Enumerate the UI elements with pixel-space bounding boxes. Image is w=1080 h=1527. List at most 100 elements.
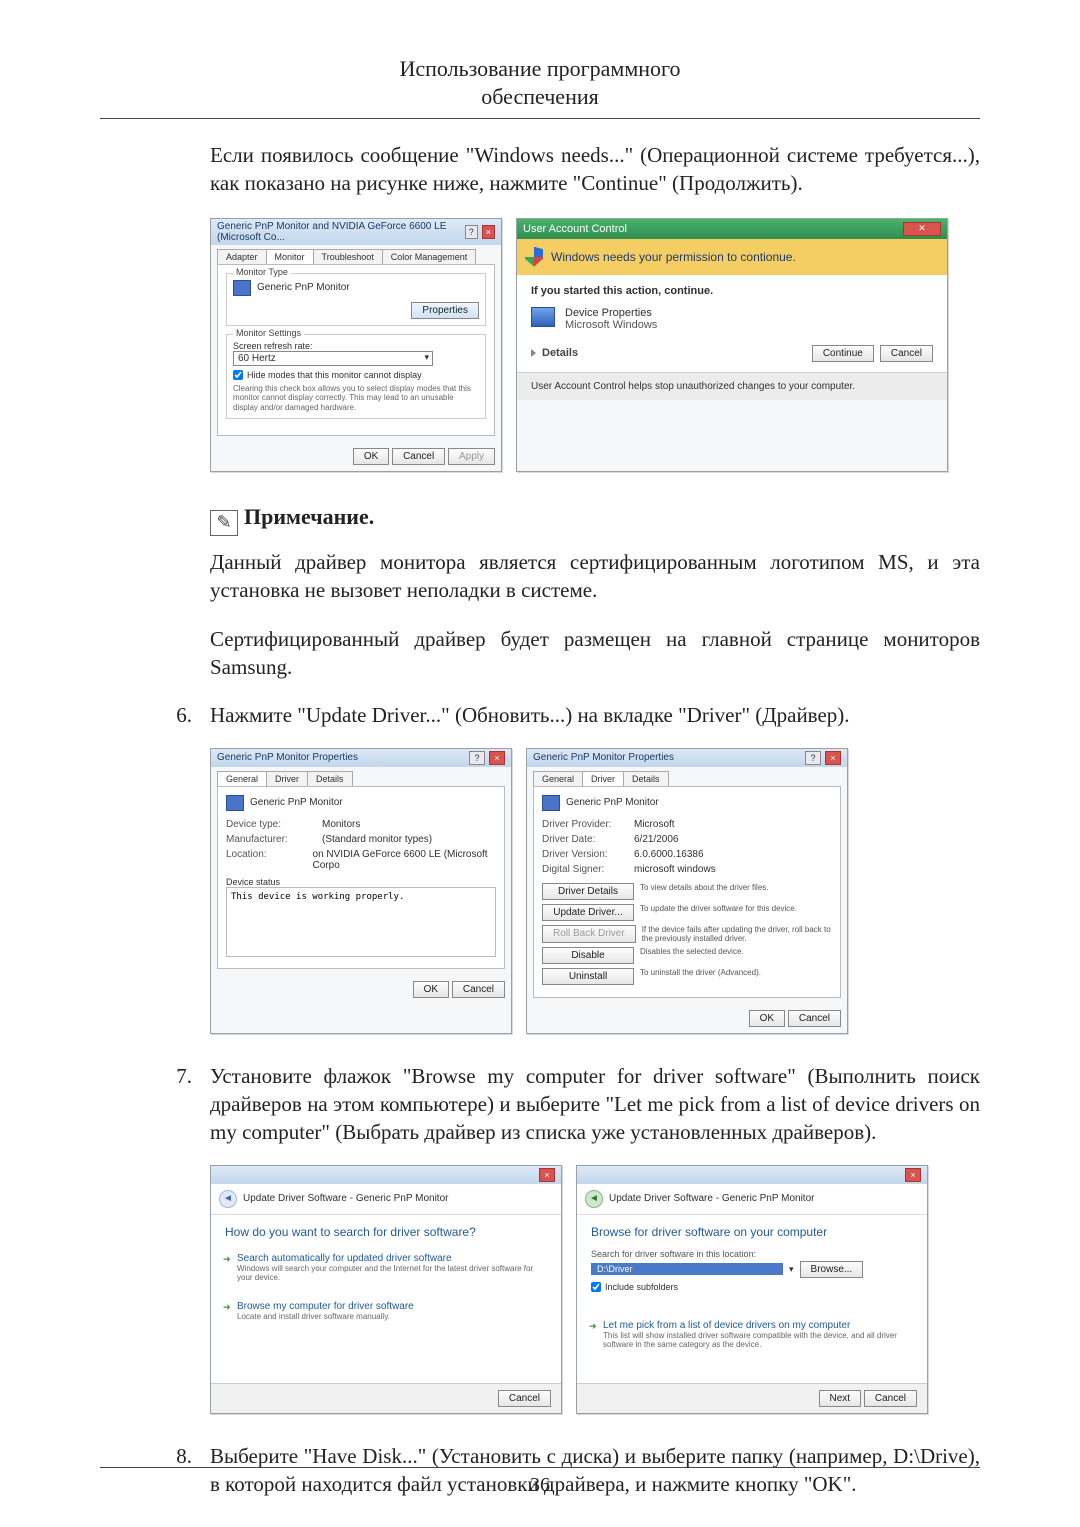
ok-button[interactable]: OK: [749, 1010, 785, 1027]
uac-headline: Windows needs your permission to contion…: [551, 250, 796, 264]
device-status-text: [226, 887, 496, 957]
disable-button[interactable]: Disable: [542, 947, 634, 964]
properties-button[interactable]: Properties: [411, 302, 479, 319]
step-number: 7.: [170, 1062, 192, 1147]
tab-color-management[interactable]: Color Management: [382, 249, 477, 264]
cancel-button[interactable]: Cancel: [392, 448, 445, 465]
location-value: on NVIDIA GeForce 6600 LE (Microsoft Cor…: [313, 849, 496, 871]
location-label: Location:: [226, 849, 307, 871]
close-icon[interactable]: ✕: [903, 222, 941, 236]
uac-dp-publisher: Microsoft Windows: [565, 319, 657, 331]
step-number: 6.: [170, 701, 192, 729]
tab-general[interactable]: General: [533, 771, 583, 786]
uac-dialog: User Account Control ✕ Windows needs you…: [516, 218, 948, 473]
option-desc: Windows will search your computer and th…: [237, 1264, 547, 1283]
wizard-heading: How do you want to search for driver sof…: [225, 1225, 547, 1239]
close-icon[interactable]: ×: [539, 1168, 555, 1182]
cancel-button[interactable]: Cancel: [498, 1390, 551, 1407]
back-icon[interactable]: ◄: [219, 1190, 237, 1208]
help-icon[interactable]: ?: [469, 751, 485, 765]
figure-1: Generic PnP Monitor and NVIDIA GeForce 6…: [210, 218, 980, 473]
uac-ifstarted: If you started this action, continue.: [531, 285, 933, 297]
driver-props-driver-dialog: Generic PnP Monitor Properties ? × Gener…: [526, 748, 848, 1034]
monitor-icon: [226, 795, 244, 811]
driver-date-value: 6/21/2006: [634, 834, 679, 845]
option-let-me-pick[interactable]: Let me pick from a list of device driver…: [591, 1316, 913, 1354]
cancel-button[interactable]: Cancel: [880, 345, 933, 362]
hide-modes-checkbox[interactable]: Hide modes that this monitor cannot disp…: [233, 370, 479, 380]
dialog-title: Generic PnP Monitor and NVIDIA GeForce 6…: [217, 221, 457, 243]
tab-adapter[interactable]: Adapter: [217, 249, 267, 264]
cancel-button[interactable]: Cancel: [452, 981, 505, 998]
step-7: 7. Установите флажок "Browse my computer…: [210, 1062, 980, 1147]
figure-3: × ◄ Update Driver Software - Generic PnP…: [210, 1165, 980, 1414]
tab-driver[interactable]: Driver: [266, 771, 308, 786]
hide-modes-desc: Clearing this check box allows you to se…: [233, 384, 479, 413]
refresh-rate-select[interactable]: 60 Hertz: [233, 351, 433, 366]
continue-button[interactable]: Continue: [812, 345, 874, 362]
digital-signer-label: Digital Signer:: [542, 864, 628, 875]
details-toggle[interactable]: Details: [531, 347, 806, 359]
option-title: Let me pick from a list of device driver…: [603, 1320, 913, 1331]
apply-button[interactable]: Apply: [448, 448, 495, 465]
tab-monitor[interactable]: Monitor: [266, 249, 314, 264]
step-text: Нажмите "Update Driver..." (Обновить...)…: [210, 701, 850, 729]
page-header: Использование программного обеспечения: [100, 55, 980, 119]
monitor-settings-legend: Monitor Settings: [233, 328, 304, 338]
refresh-rate-label: Screen refresh rate:: [233, 341, 479, 351]
monitor-name: Generic PnP Monitor: [257, 282, 350, 293]
chevron-right-icon: [531, 349, 536, 357]
monitor-type-legend: Monitor Type: [233, 267, 291, 277]
dialog-title: User Account Control: [523, 223, 627, 235]
wizard-heading: Browse for driver software on your compu…: [591, 1225, 913, 1239]
digital-signer-value: microsoft windows: [634, 864, 716, 875]
rollback-driver-button[interactable]: Roll Back Driver: [542, 925, 636, 943]
device-type-label: Device type:: [226, 819, 316, 830]
header-line1: Использование программного: [100, 55, 980, 83]
ok-button[interactable]: OK: [353, 448, 389, 465]
uninstall-button[interactable]: Uninstall: [542, 968, 634, 985]
ok-button[interactable]: OK: [413, 981, 449, 998]
driver-details-desc: To view details about the driver files.: [640, 883, 832, 900]
tab-driver[interactable]: Driver: [582, 771, 624, 786]
back-icon[interactable]: ◄: [585, 1190, 603, 1208]
update-driver-wizard-browse: × ◄ Update Driver Software - Generic PnP…: [576, 1165, 928, 1414]
note-label: Примечание.: [244, 504, 374, 530]
close-icon[interactable]: ×: [482, 225, 495, 239]
tab-details[interactable]: Details: [307, 771, 353, 786]
option-search-auto[interactable]: Search automatically for updated driver …: [225, 1249, 547, 1287]
option-desc: This list will show installed driver sof…: [603, 1331, 913, 1350]
header-line2: обеспечения: [100, 83, 980, 111]
include-subfolders-input[interactable]: [591, 1282, 601, 1292]
page-footer: 36: [100, 1467, 980, 1497]
titlebar: User Account Control ✕: [517, 219, 947, 239]
browse-button[interactable]: Browse...: [800, 1261, 864, 1278]
tab-details[interactable]: Details: [623, 771, 669, 786]
close-icon[interactable]: ×: [825, 751, 841, 765]
path-input[interactable]: D:\Driver: [591, 1263, 783, 1275]
driver-details-button[interactable]: Driver Details: [542, 883, 634, 900]
driver-provider-label: Driver Provider:: [542, 819, 628, 830]
cancel-button[interactable]: Cancel: [864, 1390, 917, 1407]
close-icon[interactable]: ×: [905, 1168, 921, 1182]
help-icon[interactable]: ?: [465, 225, 478, 239]
titlebar: Generic PnP Monitor and NVIDIA GeForce 6…: [211, 219, 501, 245]
cancel-button[interactable]: Cancel: [788, 1010, 841, 1027]
close-icon[interactable]: ×: [489, 751, 505, 765]
tab-general[interactable]: General: [217, 771, 267, 786]
help-icon[interactable]: ?: [805, 751, 821, 765]
tab-troubleshoot[interactable]: Troubleshoot: [313, 249, 383, 264]
monitor-icon: [233, 280, 251, 296]
driver-version-label: Driver Version:: [542, 849, 628, 860]
monitor-settings-dialog: Generic PnP Monitor and NVIDIA GeForce 6…: [210, 218, 502, 473]
step-text: Установите флажок "Browse my computer fo…: [210, 1062, 980, 1147]
search-location-label: Search for driver software in this locat…: [591, 1249, 913, 1259]
include-subfolders-checkbox[interactable]: Include subfolders: [591, 1282, 913, 1292]
breadcrumb: Update Driver Software - Generic PnP Mon…: [609, 1193, 814, 1204]
update-driver-button[interactable]: Update Driver...: [542, 904, 634, 921]
uac-footer: User Account Control helps stop unauthor…: [517, 372, 947, 400]
option-browse[interactable]: Browse my computer for driver software L…: [225, 1297, 547, 1326]
next-button[interactable]: Next: [819, 1390, 862, 1407]
hide-modes-input[interactable]: [233, 370, 243, 380]
manufacturer-value: (Standard monitor types): [322, 834, 432, 845]
